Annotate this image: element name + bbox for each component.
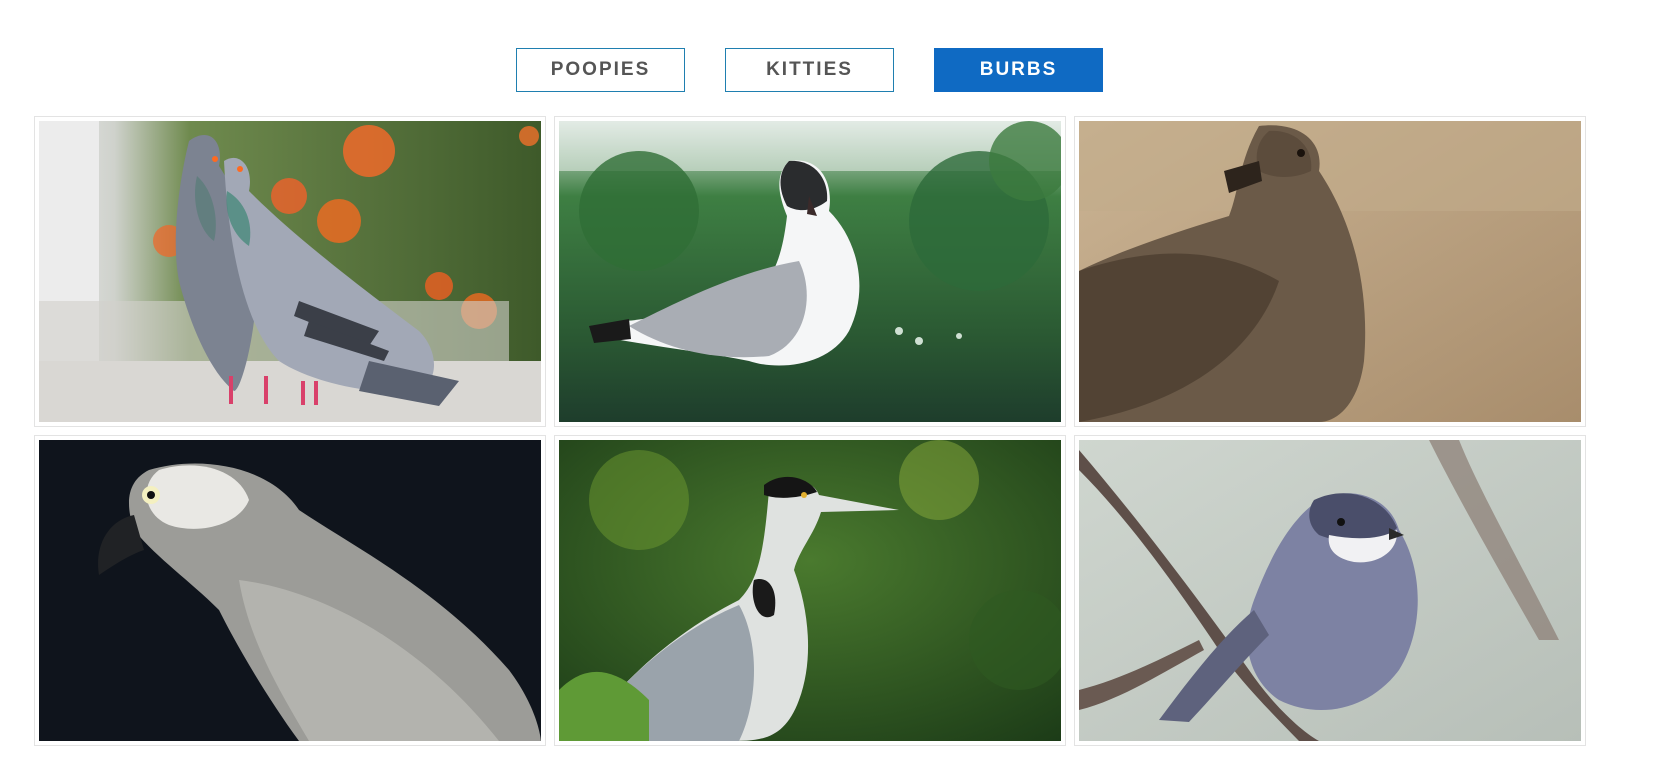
gallery-tile-seagull[interactable] [554,116,1066,427]
filter-button-kitties[interactable]: KITTIES [725,48,894,92]
filter-label-poopies: POOPIES [550,59,651,80]
brown-seabird-image [1079,121,1581,422]
grey-songbird-image [1079,440,1581,741]
filter-label-kitties: KITTIES [766,59,853,80]
gallery-page: POOPIES KITTIES BURBS [0,0,1661,762]
gallery-tile-heron[interactable] [554,435,1066,746]
filter-label-burbs: BURBS [979,59,1058,80]
gallery-tile-pigeons[interactable] [34,116,546,427]
category-filter-bar: POOPIES KITTIES BURBS [0,48,1661,92]
heron-image [559,440,1061,741]
gallery-tile-grey-parrot[interactable] [34,435,546,746]
filter-button-poopies[interactable]: POOPIES [516,48,685,92]
gallery-tile-brown-seabird[interactable] [1074,116,1586,427]
filter-button-burbs[interactable]: BURBS [934,48,1103,92]
gallery-tile-grey-songbird[interactable] [1074,435,1586,746]
pigeons-image [39,121,541,422]
grey-parrot-image [39,440,541,741]
seagull-image [559,121,1061,422]
